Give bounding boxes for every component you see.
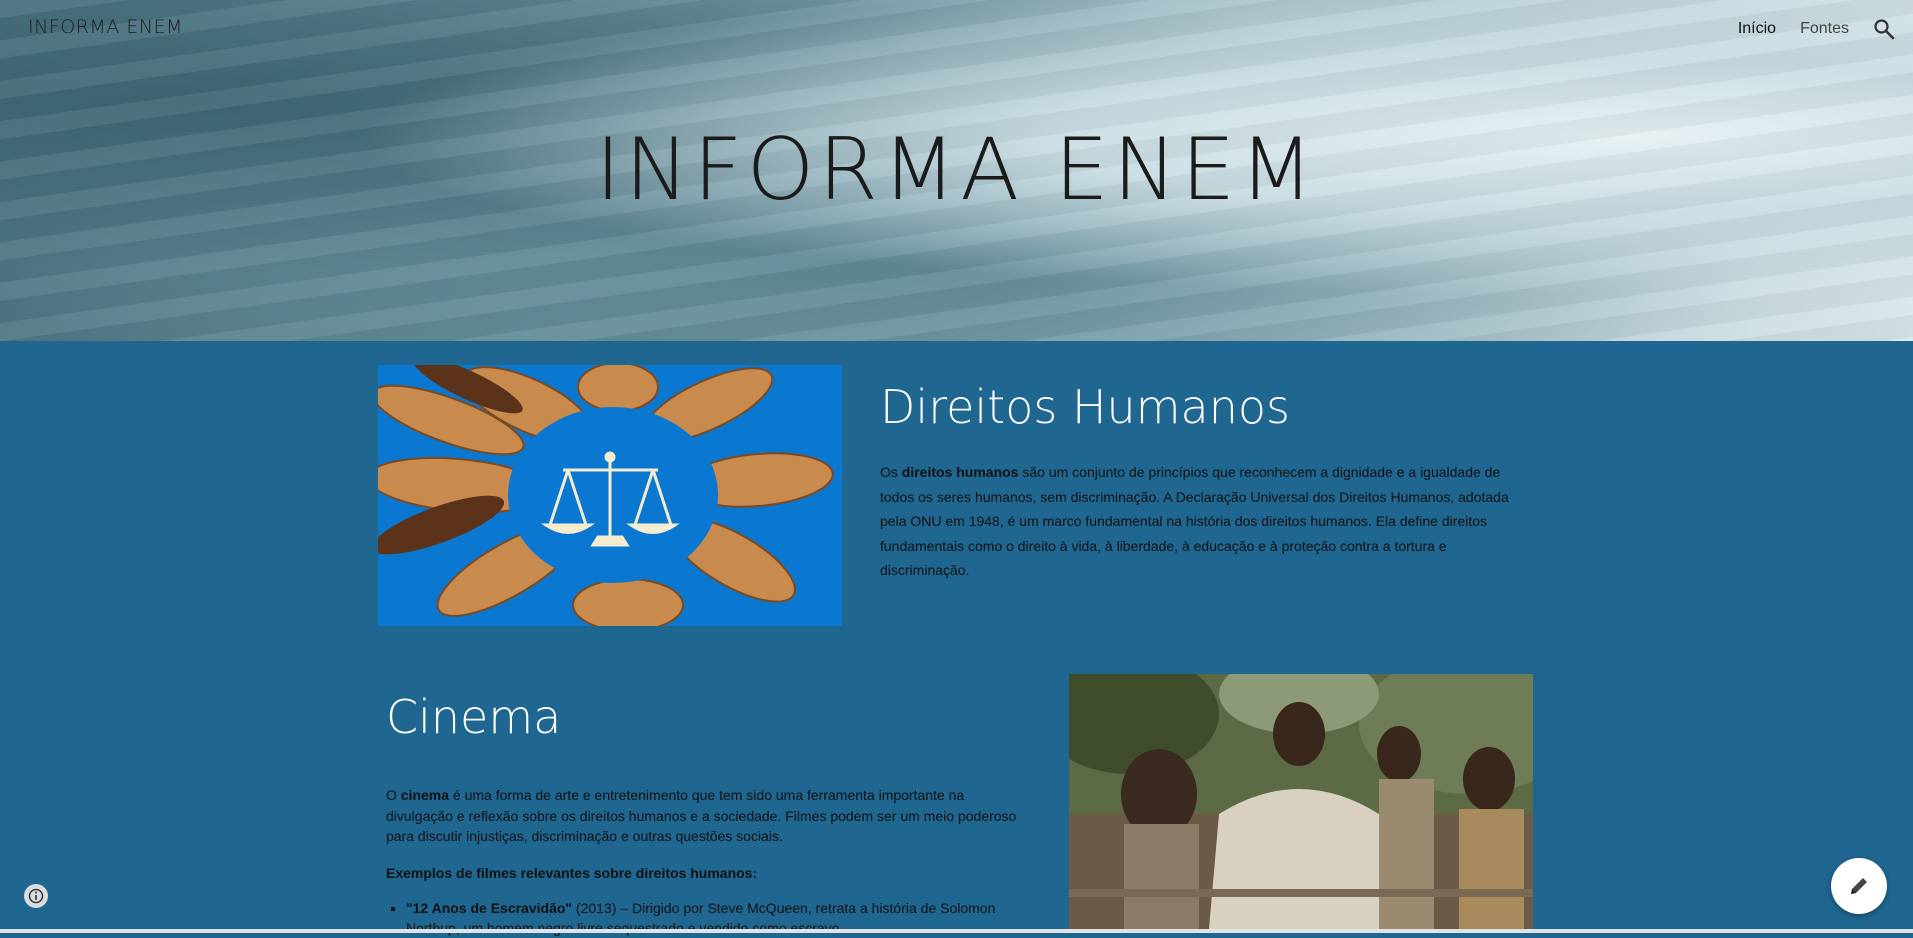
direitos-humanos-heading: Direitos Humanos: [880, 380, 1290, 434]
top-navigation: Início Fontes: [1738, 18, 1913, 40]
cinema-heading: Cinema: [386, 690, 562, 744]
cinema-paragraph: O cinema é uma forma de arte e entreteni…: [386, 785, 1026, 847]
film-still-image: [1069, 674, 1533, 929]
nav-link-fontes[interactable]: Fontes: [1800, 20, 1849, 38]
info-button[interactable]: [24, 884, 48, 908]
pencil-icon: [1851, 878, 1867, 894]
cinema-intro-text: O: [386, 787, 401, 803]
direitos-body-text: são um conjunto de princípios que reconh…: [880, 464, 1509, 578]
cinema-bold-term: cinema: [400, 787, 450, 803]
direitos-intro-text: Os: [880, 464, 902, 480]
cinema-body-text: é uma forma de arte e entretenimento que…: [386, 787, 1017, 844]
direitos-bold-term: direitos humanos: [901, 464, 1019, 480]
site-title[interactable]: INFORMA ENEM: [28, 16, 183, 38]
edit-button[interactable]: [1831, 858, 1887, 914]
films-examples-text: Exemplos de filmes relevantes sobre dire…: [386, 865, 758, 881]
nav-link-inicio[interactable]: Início: [1738, 20, 1776, 38]
hero-title: INFORMA ENEM: [595, 120, 1318, 220]
bottom-scroll-strip: [0, 929, 1913, 933]
search-icon[interactable]: [1873, 18, 1895, 40]
direitos-humanos-paragraph: Os direitos humanos são um conjunto de p…: [880, 460, 1530, 583]
films-examples-heading: Exemplos de filmes relevantes sobre dire…: [386, 861, 1026, 885]
film-title: "12 Anos de Escravidão": [406, 900, 573, 916]
hero-banner: INFORMA ENEM Início Fontes INFORMA ENEM: [0, 0, 1913, 341]
human-rights-image: [378, 365, 842, 626]
info-icon: [28, 888, 44, 904]
